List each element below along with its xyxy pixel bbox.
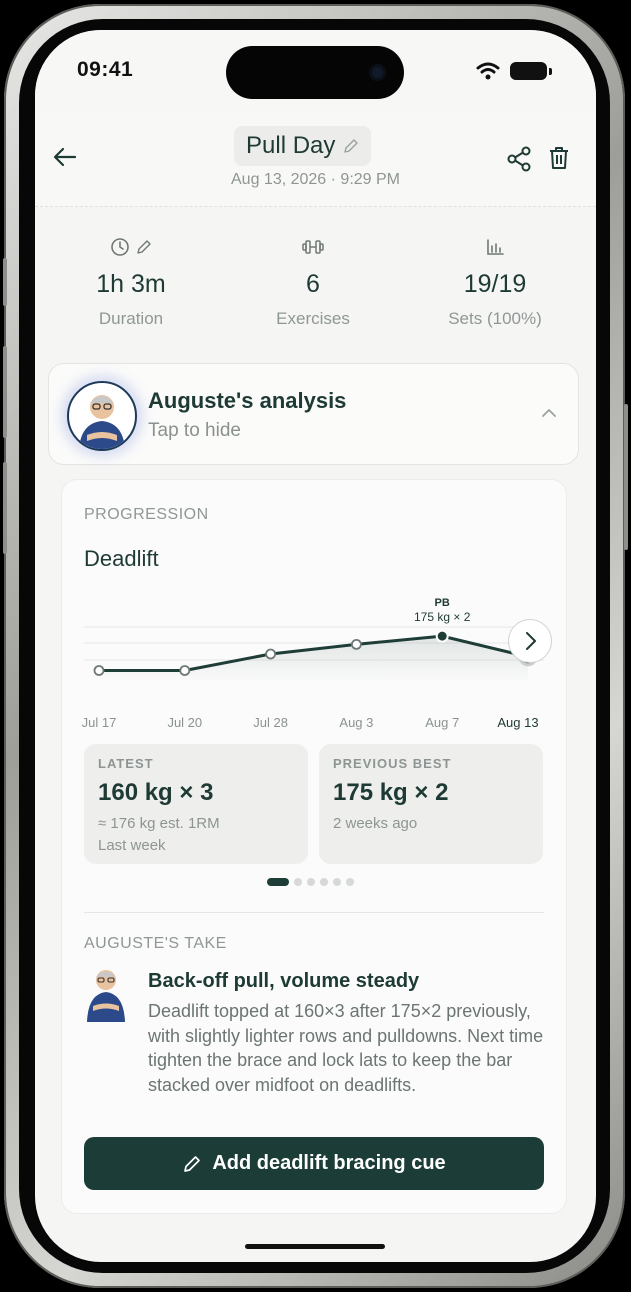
take-body: Deadlift topped at 160×3 after 175×2 pre…: [148, 1001, 544, 1095]
stat-label: Duration: [98, 309, 164, 328]
stat-sets: 19/19 Sets (100%): [415, 236, 575, 329]
pb-value: 175 kg × 2: [414, 610, 471, 624]
divider: [84, 912, 544, 913]
progression-card: PROGRESSION Deadlift Jul 17 Jul 20 Jul 28 A…: [61, 479, 567, 1214]
tile-value: 160 kg × 3: [98, 779, 214, 806]
x-tick-label: Aug 13: [497, 715, 538, 730]
page-dot[interactable]: [307, 878, 315, 886]
bar-chart-icon: [487, 239, 504, 255]
workout-header: Pull Day Aug 13, 2026 · 9:29 PM: [35, 112, 596, 207]
dumbbell-icon: [302, 240, 324, 254]
tile-when: Last week: [98, 837, 166, 854]
page-dot[interactable]: [320, 878, 328, 886]
camera-icon: [369, 64, 386, 81]
chart-point[interactable]: [179, 665, 191, 676]
section-label-progression: PROGRESSION: [84, 506, 209, 523]
pencil-icon: [137, 240, 151, 254]
tile-label: LATEST: [98, 756, 154, 771]
status-bar: 09:41: [35, 30, 596, 112]
stat-duration[interactable]: 1h 3m Duration: [51, 236, 211, 329]
side-button-power: [624, 404, 628, 550]
share-icon[interactable]: [507, 146, 531, 172]
back-arrow-icon[interactable]: [53, 147, 77, 167]
x-tick-label: Jul 28: [253, 715, 288, 730]
workout-datetime: Aug 13, 2026 · 9:29 PM: [231, 171, 400, 188]
stat-label: Exercises: [276, 309, 350, 328]
x-tick-label: Jul 17: [82, 715, 117, 730]
exercise-name: Deadlift: [84, 546, 159, 571]
page-dot[interactable]: [346, 878, 354, 886]
workout-stats: 1h 3m Duration 6 Exercises 19/19 Sets (1…: [35, 236, 596, 336]
tile-label: PREVIOUS BEST: [333, 756, 452, 771]
chart-point[interactable]: [350, 638, 362, 650]
analysis-title: Auguste's analysis: [148, 388, 347, 413]
chart-point[interactable]: [435, 629, 449, 643]
coach-avatar: [67, 381, 137, 451]
next-chart-button[interactable]: [508, 619, 552, 663]
side-button-volume-up: [3, 346, 7, 438]
add-cue-button[interactable]: Add deadlift bracing cue: [84, 1137, 544, 1190]
app-screen: 09:41 Pull Day Aug 13, 2026 · 9:29 PM 1h…: [35, 30, 596, 1262]
analysis-subtitle: Tap to hide: [148, 420, 241, 441]
page-indicator[interactable]: [267, 878, 354, 886]
x-tick-label: Aug 7: [425, 715, 459, 730]
battery-icon: [510, 62, 552, 80]
home-indicator[interactable]: [245, 1244, 385, 1249]
side-button-action: [3, 258, 7, 306]
take-title: Back-off pull, volume steady: [148, 970, 420, 992]
add-cue-label: Add deadlift bracing cue: [212, 1152, 446, 1174]
analysis-toggle[interactable]: Auguste's analysis Tap to hide: [48, 363, 579, 465]
tile-value: 175 kg × 2: [333, 779, 449, 806]
x-tick-label: Jul 20: [167, 715, 202, 730]
status-time: 09:41: [77, 58, 134, 81]
page-dot[interactable]: [294, 878, 302, 886]
clock-icon: [111, 238, 129, 256]
tile-previous-best: PREVIOUS BEST 175 kg × 2 2 weeks ago: [319, 744, 543, 864]
trash-icon[interactable]: [548, 146, 570, 170]
tile-when: 2 weeks ago: [333, 815, 418, 832]
coach-mini-avatar: [87, 970, 125, 1022]
chevron-right-icon: [526, 632, 536, 650]
x-tick-label: Aug 3: [339, 715, 373, 730]
side-button-volume-down: [3, 462, 7, 554]
tile-estimate: ≈ 176 kg est. 1RM: [98, 815, 220, 832]
workout-title-editable[interactable]: Pull Day: [234, 126, 372, 166]
page-dot[interactable]: [267, 878, 289, 886]
stat-exercises: 6 Exercises: [233, 236, 393, 329]
pb-label: PB: [435, 597, 450, 609]
page-dot[interactable]: [333, 878, 341, 886]
edit-pencil-icon: [344, 139, 359, 153]
workout-title: Pull Day: [246, 132, 336, 159]
dynamic-island: [226, 46, 404, 99]
stat-value: 6: [306, 270, 320, 298]
pencil-icon: [184, 1155, 201, 1172]
tile-latest: LATEST 160 kg × 3 ≈ 176 kg est. 1RM Last…: [84, 744, 308, 864]
stat-label: Sets (100%): [448, 309, 542, 328]
wifi-icon: [476, 62, 500, 80]
chart-point[interactable]: [93, 665, 105, 676]
chevron-up-icon: [542, 409, 556, 417]
stat-value: 1h 3m: [96, 270, 166, 298]
progression-chart: Jul 17 Jul 20 Jul 28 Aug 3 Aug 7 Aug 13 PB 17…: [82, 597, 544, 730]
section-label-take: AUGUSTE'S TAKE: [84, 935, 227, 952]
chart-point[interactable]: [265, 648, 277, 660]
stat-value: 19/19: [463, 270, 527, 298]
